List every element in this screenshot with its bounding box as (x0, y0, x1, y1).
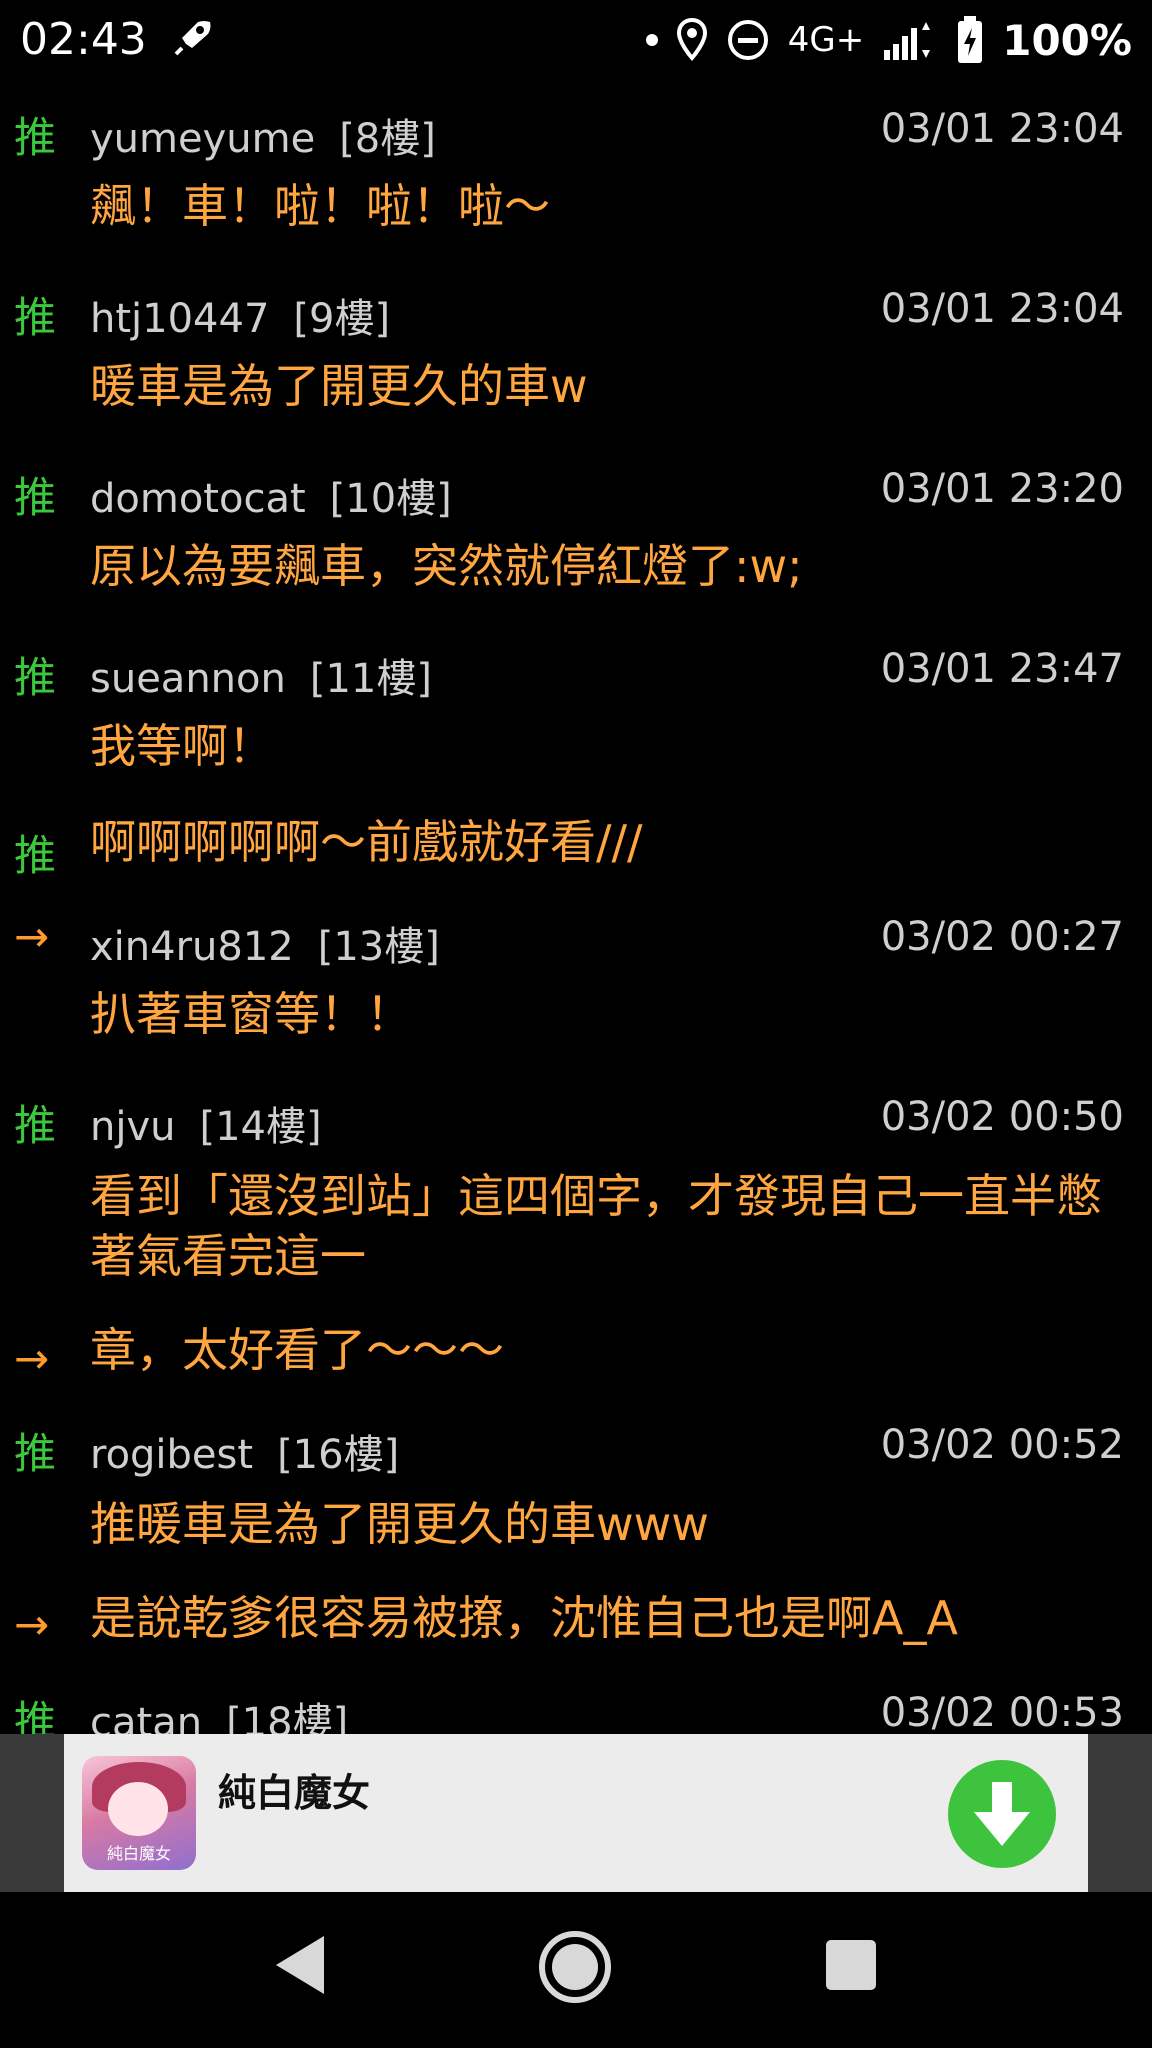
comment-text: 飆！車！啦！啦！啦～ (90, 179, 550, 233)
push-tag: 推 (14, 293, 57, 342)
comment-time: 03/02 00:50 (880, 1094, 1124, 1140)
comment-text: 扒著車窗等！！ (90, 987, 412, 1041)
comment-text: 是說乾爹很容易被撩，沈惟自己也是啊A_A (90, 1591, 958, 1645)
ad-title[interactable]: 純白魔女 (218, 1762, 370, 1817)
comment-author[interactable]: htj10447 [9樓] (90, 286, 390, 344)
comment-author[interactable]: xin4ru812 [13樓] (90, 914, 440, 972)
comment-author[interactable]: sueannon [11樓] (90, 646, 432, 704)
floor-number: [14樓] (199, 1104, 322, 1150)
arrow-tag: → (14, 1334, 50, 1383)
ad-app-icon[interactable]: 純白魔女 (82, 1756, 196, 1870)
comment-text: 原以為要飆車，突然就停紅燈了:w; (90, 539, 803, 593)
comment-author[interactable]: yumeyume [8樓] (90, 106, 436, 164)
comment-time: 03/02 00:52 (880, 1422, 1124, 1468)
comment-time: 03/01 23:04 (880, 286, 1124, 332)
comment-author[interactable]: njvu [14樓] (90, 1094, 322, 1152)
comment-time: 03/02 00:27 (880, 914, 1124, 960)
arrow-tag: → (14, 912, 50, 961)
navigation-bar (0, 1892, 1152, 2048)
floor-number: [11樓] (309, 656, 432, 702)
floor-number: [9樓] (293, 296, 391, 342)
comment-author[interactable]: domotocat [10樓] (90, 466, 452, 524)
back-icon[interactable] (270, 1930, 330, 2000)
home-icon[interactable] (536, 1928, 614, 2006)
floor-number: [13樓] (317, 924, 440, 970)
comment-text: 啊啊啊啊啊～前戲就好看/// (90, 815, 643, 869)
push-tag: 推 (14, 653, 57, 702)
push-tag: 推 (14, 1429, 57, 1478)
comment-text: 章，太好看了～～～ (90, 1323, 504, 1377)
ad-banner-area: 純白魔女 純白魔女 (0, 1734, 1152, 1892)
comment-author[interactable]: rogibest [16樓] (90, 1422, 399, 1480)
push-tag: 推 (14, 473, 57, 522)
push-tag: 推 (14, 1697, 57, 1734)
comment-time: 03/02 00:53 (880, 1690, 1124, 1734)
recent-apps-icon[interactable] (826, 1940, 876, 1990)
comment-list[interactable]: 推 yumeyume [8樓] 03/01 23:04 飆！車！啦！啦！啦～ 推 … (0, 0, 1152, 1734)
comment-text: 我等啊！ (90, 719, 274, 773)
comment-text: 看到「還沒到站」這四個字，才發現自己一直半憋著氣看完這一 (90, 1169, 1102, 1283)
comment-time: 03/01 23:20 (880, 466, 1124, 512)
ad-icon-caption: 純白魔女 (106, 1844, 171, 1863)
floor-number: [16樓] (277, 1432, 400, 1478)
comment-time: 03/01 23:04 (880, 106, 1124, 152)
comment-text: 暖車是為了開更久的車w (90, 359, 588, 413)
push-tag: 推 (14, 831, 57, 880)
ad-banner[interactable]: 純白魔女 純白魔女 (64, 1734, 1088, 1892)
floor-number: [10樓] (329, 476, 452, 522)
comment-author[interactable]: catan [18樓] (90, 1690, 348, 1734)
floor-number: [18樓] (226, 1700, 349, 1734)
floor-number: [8樓] (339, 116, 436, 162)
push-tag: 推 (14, 113, 57, 162)
arrow-tag: → (14, 1600, 50, 1649)
push-tag: 推 (14, 1101, 57, 1150)
download-arrow-icon (974, 1782, 1030, 1846)
ad-art-face (108, 1782, 168, 1836)
comment-text: 推暖車是為了開更久的車www (90, 1497, 709, 1551)
comment-time: 03/01 23:47 (880, 646, 1124, 692)
ad-download-button[interactable] (948, 1760, 1056, 1868)
